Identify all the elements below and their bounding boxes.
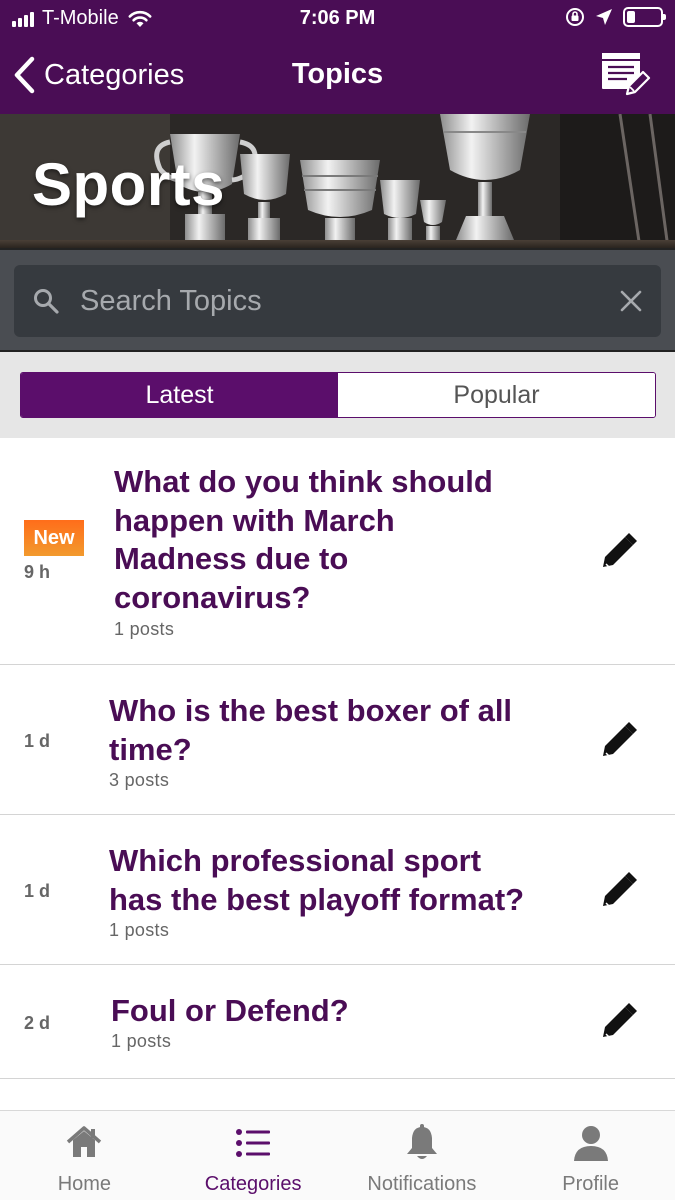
- topic-title-line: Foul or Defend?: [111, 993, 349, 1028]
- topic-title-line: has the best playoff format?: [109, 881, 525, 917]
- bell-icon: [406, 1124, 437, 1159]
- orientation-lock-icon: [566, 8, 584, 26]
- topic-meta: New 9 h: [24, 520, 84, 583]
- person-icon: [573, 1126, 608, 1161]
- new-badge: New: [24, 520, 84, 556]
- topic-post-count: 1 posts: [111, 1031, 172, 1051]
- topic-title-line: Madness due to: [114, 541, 349, 576]
- topic-row[interactable]: 1 d Which professional sport has the bes…: [0, 815, 675, 965]
- list-icon: [236, 1129, 271, 1157]
- topic-age: 1 d: [24, 881, 51, 901]
- topic-row[interactable]: 1 d Who is the best boxer of all time? 3…: [0, 665, 675, 815]
- topic-meta: 1 d: [24, 731, 50, 752]
- topic-post-count: 1 posts: [114, 619, 175, 639]
- edit-pencil-icon[interactable]: [601, 533, 637, 569]
- location-arrow-icon: [596, 9, 612, 25]
- app-screen: T-Mobile 7:06 PM Categories Topics Sport…: [0, 0, 675, 1200]
- page-title: Topics: [291, 58, 384, 90]
- topic-post-count: 1 posts: [109, 920, 170, 940]
- sort-segment-control: Latest Popular: [20, 372, 656, 418]
- edit-pencil-icon[interactable]: [601, 1003, 637, 1039]
- topic-meta: 2 d: [24, 1013, 50, 1034]
- battery-icon: [623, 7, 666, 27]
- edit-pencil-icon[interactable]: [601, 722, 637, 758]
- topic-age: 2 d: [24, 1013, 51, 1033]
- topic-meta: 1 d: [24, 881, 50, 902]
- compose-icon: [602, 53, 651, 96]
- tab-notifications-label: Notifications: [367, 1173, 477, 1195]
- search-area: [0, 248, 675, 352]
- clear-search-icon[interactable]: [619, 289, 643, 313]
- tab-profile[interactable]: Profile: [506, 1111, 675, 1200]
- topic-title: Foul or Defend?: [111, 992, 561, 1031]
- topic-list: New 9 h What do you think should happen …: [0, 438, 675, 1079]
- tab-popular[interactable]: Popular: [338, 373, 655, 417]
- topic-title-line: happen with March: [114, 502, 395, 538]
- topic-title-line: Who is the best boxer of all: [109, 693, 513, 728]
- topic-age: 9 h: [24, 562, 51, 582]
- topic-title: Which professional sport has the best pl…: [109, 842, 569, 919]
- home-icon: [67, 1126, 102, 1157]
- topic-row[interactable]: New 9 h What do you think should happen …: [0, 438, 675, 665]
- topic-age: 1 d: [24, 731, 51, 751]
- new-topic-button[interactable]: [599, 50, 651, 100]
- search-box: [14, 265, 661, 337]
- tab-categories-label: Categories: [204, 1173, 302, 1195]
- nav-bar: Categories Topics: [0, 38, 675, 114]
- status-bar: T-Mobile 7:06 PM: [0, 0, 675, 38]
- topic-post-count: 3 posts: [109, 770, 170, 790]
- category-banner: Sports: [0, 114, 675, 248]
- tab-latest[interactable]: Latest: [21, 373, 338, 417]
- tab-categories[interactable]: Categories: [169, 1111, 338, 1200]
- topic-title: What do you think should happen with Mar…: [114, 463, 554, 617]
- tab-profile-label: Profile: [562, 1173, 619, 1195]
- tab-home-label: Home: [57, 1173, 112, 1195]
- status-right: [565, 7, 666, 27]
- sort-segment-area: Latest Popular: [0, 352, 675, 438]
- search-icon: [34, 289, 59, 314]
- tab-home[interactable]: Home: [0, 1111, 169, 1200]
- topic-title-line: Which professional sport: [109, 843, 482, 878]
- search-input[interactable]: [80, 279, 600, 323]
- category-title: Sports: [32, 151, 226, 218]
- bottom-tab-bar: Home Categories Notifications Profile: [0, 1110, 675, 1200]
- edit-pencil-icon[interactable]: [601, 872, 637, 908]
- topic-title-line: time?: [109, 731, 192, 767]
- tab-notifications[interactable]: Notifications: [338, 1111, 507, 1200]
- topic-title-line: What do you think should: [114, 464, 493, 499]
- topic-title: Who is the best boxer of all time?: [109, 692, 559, 769]
- topic-title-line: coronavirus?: [114, 579, 311, 615]
- topic-row[interactable]: 2 d Foul or Defend? 1 posts: [0, 965, 675, 1079]
